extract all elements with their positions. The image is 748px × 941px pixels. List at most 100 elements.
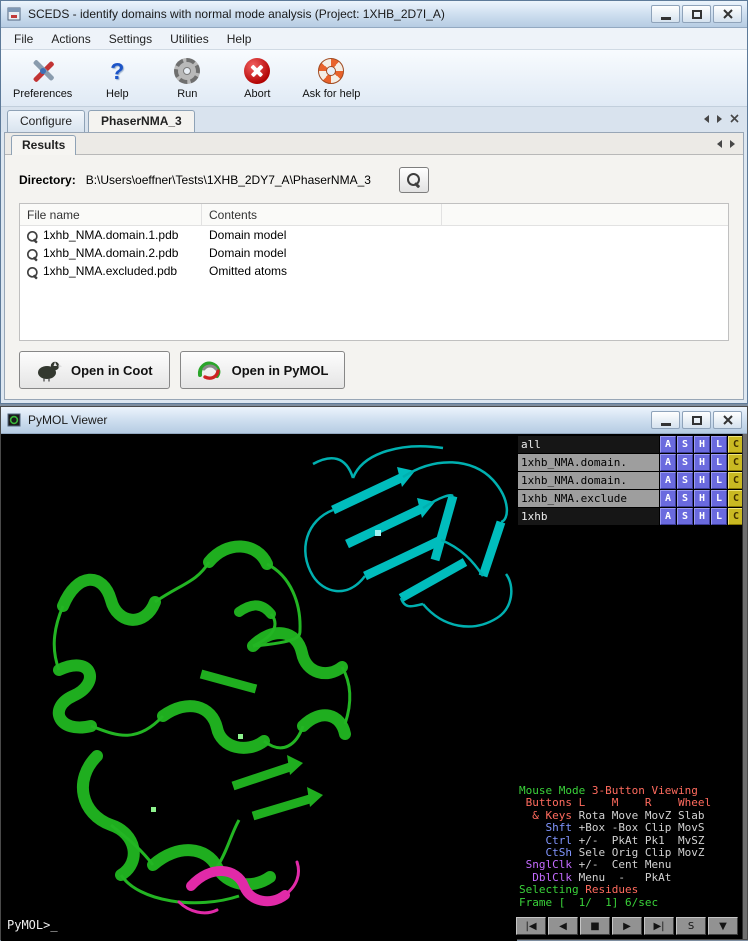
panel-button-action[interactable]: A (660, 472, 676, 489)
action-buttons-row: Open in Coot Open in PyMOL (19, 351, 729, 389)
close-button[interactable] (713, 5, 742, 23)
abort-icon (242, 56, 272, 86)
help-label: Help (106, 88, 129, 100)
menu-help[interactable]: Help (218, 30, 261, 48)
panel-button-hide[interactable]: H (694, 508, 710, 525)
results-tabrow: Results (5, 133, 743, 155)
panel-button-label[interactable]: L (711, 436, 727, 453)
column-contents[interactable]: Contents (202, 204, 442, 225)
sceds-titlebar[interactable]: SCEDS - identify domains with normal mod… (1, 1, 747, 28)
scene-button[interactable]: S (676, 917, 706, 935)
browse-directory-button[interactable] (399, 167, 429, 193)
tab-configure[interactable]: Configure (7, 110, 85, 132)
panel-button-hide[interactable]: H (694, 490, 710, 507)
pymol-close-button[interactable] (713, 411, 742, 429)
object-row: 1xhb A S H L C (518, 508, 744, 525)
object-name[interactable]: 1xhb (518, 508, 659, 525)
pymol-command-prompt[interactable]: PyMOL>_ (7, 918, 58, 932)
panel-button-show[interactable]: S (677, 436, 693, 453)
minimize-button[interactable] (651, 5, 680, 23)
help-text-segment: Rota Move MovZ Slab (579, 809, 705, 822)
ask-for-help-button[interactable]: Ask for help (298, 54, 364, 102)
tab-close-icon[interactable] (730, 114, 739, 123)
help-text-segment: Mouse Mode (519, 784, 592, 797)
open-in-coot-button[interactable]: Open in Coot (19, 351, 170, 389)
file-contents: Omitted atoms (202, 264, 442, 278)
results-scroll-right-icon[interactable] (730, 140, 735, 148)
panel-button-action[interactable]: A (660, 508, 676, 525)
abort-button[interactable]: Abort (228, 54, 286, 102)
object-row: 1xhb_NMA.exclude A S H L C (518, 490, 744, 507)
pymol-titlebar[interactable]: PyMOL Viewer (1, 407, 747, 434)
file-table: File name Contents 1xhb_NMA.domain.1.pdb… (19, 203, 729, 341)
panel-button-hide[interactable]: H (694, 436, 710, 453)
panel-button-label[interactable]: L (711, 490, 727, 507)
directory-label: Directory: (19, 173, 76, 187)
preferences-button[interactable]: Preferences (9, 54, 76, 102)
pymol-minimize-button[interactable] (651, 411, 680, 429)
tab-scroll-right-icon[interactable] (717, 115, 722, 123)
table-row[interactable]: 1xhb_NMA.excluded.pdb Omitted atoms (20, 262, 728, 280)
tab-scroll-left-icon[interactable] (704, 115, 709, 123)
help-button[interactable]: ? Help (88, 54, 146, 102)
lifebuoy-icon (316, 56, 346, 86)
help-text-segment: & Keys (519, 809, 579, 822)
menu-dropdown-button[interactable]: ▼ (708, 917, 738, 935)
table-row[interactable]: 1xhb_NMA.domain.1.pdb Domain model (20, 226, 728, 244)
pymol-body: all A S H L C 1xhb_NMA.domain. A S H L C… (1, 434, 747, 939)
panel-button-label[interactable]: L (711, 472, 727, 489)
panel-button-action[interactable]: A (660, 436, 676, 453)
run-button[interactable]: Run (158, 54, 216, 102)
help-text-segment: SnglClk (519, 858, 579, 871)
play-button[interactable]: ▶ (612, 917, 642, 935)
menu-actions[interactable]: Actions (42, 30, 99, 48)
menu-settings[interactable]: Settings (100, 30, 161, 48)
help-text-segment: +Box -Box Clip MovS (579, 821, 705, 834)
object-name[interactable]: 1xhb_NMA.domain. (518, 454, 659, 471)
pymol-window-title: PyMOL Viewer (28, 413, 645, 427)
panel-button-action[interactable]: A (660, 490, 676, 507)
rewind-button[interactable]: |◀ (516, 917, 546, 935)
panel-button-show[interactable]: S (677, 508, 693, 525)
open-in-pymol-label: Open in PyMOL (232, 363, 329, 378)
maximize-button[interactable] (682, 5, 711, 23)
tab-results[interactable]: Results (11, 135, 76, 155)
panel-button-action[interactable]: A (660, 454, 676, 471)
object-name[interactable]: all (518, 436, 659, 453)
stop-button[interactable]: ■ (580, 917, 610, 935)
table-row[interactable]: 1xhb_NMA.domain.2.pdb Domain model (20, 244, 728, 262)
open-in-pymol-button[interactable]: Open in PyMOL (180, 351, 346, 389)
menu-utilities[interactable]: Utilities (161, 30, 218, 48)
panel-button-show[interactable]: S (677, 490, 693, 507)
object-name[interactable]: 1xhb_NMA.exclude (518, 490, 659, 507)
step-back-button[interactable]: ◀ (548, 917, 578, 935)
help-text-segment: 3-Button Viewing (592, 784, 698, 797)
file-name: 1xhb_NMA.excluded.pdb (43, 264, 177, 278)
menubar: File Actions Settings Utilities Help (1, 28, 747, 50)
column-file-name[interactable]: File name (20, 204, 202, 225)
help-text-segment: Selecting (519, 883, 585, 896)
panel-button-show[interactable]: S (677, 454, 693, 471)
sceds-window-title: SCEDS - identify domains with normal mod… (28, 7, 645, 21)
help-text-segment: Frame [ 1/ 1] 6/sec (519, 896, 658, 909)
pymol-logo-icon (197, 359, 223, 381)
fast-forward-button[interactable]: ▶| (644, 917, 674, 935)
help-icon: ? (102, 56, 132, 86)
panel-button-show[interactable]: S (677, 472, 693, 489)
file-contents: Domain model (202, 246, 442, 260)
panel-scrollbar[interactable] (742, 434, 747, 939)
panel-button-label[interactable]: L (711, 508, 727, 525)
help-text-segment: Buttons (519, 796, 579, 809)
sceds-window-controls (651, 5, 742, 23)
tab-phasernma-3[interactable]: PhaserNMA_3 (88, 110, 195, 133)
results-tab-nav (717, 140, 735, 148)
panel-button-label[interactable]: L (711, 454, 727, 471)
menu-file[interactable]: File (5, 30, 42, 48)
object-name[interactable]: 1xhb_NMA.domain. (518, 472, 659, 489)
protein-viewport[interactable] (1, 434, 517, 941)
panel-button-hide[interactable]: H (694, 472, 710, 489)
results-scroll-left-icon[interactable] (717, 140, 722, 148)
panel-button-hide[interactable]: H (694, 454, 710, 471)
help-line: Frame [ 1/ 1] 6/sec (519, 897, 711, 909)
pymol-maximize-button[interactable] (682, 411, 711, 429)
